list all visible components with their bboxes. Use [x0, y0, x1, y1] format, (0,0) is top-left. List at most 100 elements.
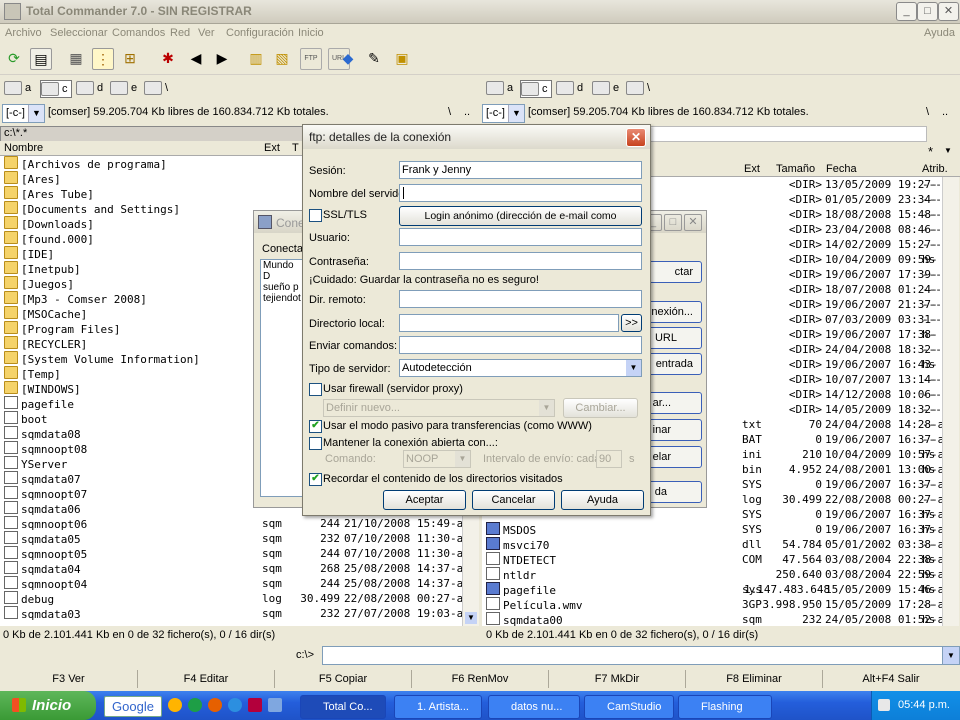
remote-dir-input[interactable]	[399, 290, 642, 308]
password-input[interactable]	[399, 252, 642, 270]
connection-list[interactable]: Mundo D sueño p tejiendot	[260, 259, 304, 497]
left-drive-combo[interactable]: [-c-] ▼	[2, 104, 45, 123]
send-commands-input[interactable]	[399, 336, 642, 354]
tree-view-icon[interactable]: ⊞	[120, 48, 140, 68]
ie-icon[interactable]	[228, 698, 242, 712]
invert-selection-icon[interactable]: ✱	[158, 48, 178, 68]
pack-icon[interactable]: ▥	[246, 48, 266, 68]
menu-archivo[interactable]: Archivo	[5, 27, 42, 39]
file-row[interactable]: ntldr 250.640 03/08/2004 22:59-a hs	[482, 567, 942, 582]
task-datos[interactable]: datos nu...	[488, 695, 580, 719]
file-row[interactable]: sqmdata00 sqm 232 24/05/2008 01:52-a hs	[482, 612, 942, 626]
close-icon[interactable]: ✕	[938, 2, 959, 21]
task-camstudio[interactable]: CamStudio	[584, 695, 674, 719]
file-row[interactable]: NTDETECT COM 47.564 03/08/2004 22:38-a hs	[482, 552, 942, 567]
drive-e-button[interactable]: e	[592, 80, 619, 96]
f5-copy-button[interactable]: F5 Copiar	[275, 670, 412, 688]
network-button[interactable]: \	[144, 80, 168, 96]
cancel-button[interactable]: Cancelar	[472, 490, 555, 510]
right-scrollbar[interactable]	[942, 177, 959, 626]
connection-item[interactable]: tejiendot	[261, 293, 303, 304]
right-up-button[interactable]: ..	[942, 106, 948, 118]
user-input[interactable]	[399, 228, 642, 246]
scroll-down-icon[interactable]: ▼	[465, 612, 477, 624]
file-row[interactable]: MSDOS SYS 0 19/06/2007 16:37-a hs	[482, 522, 942, 537]
menu-ayuda[interactable]: Ayuda	[924, 27, 955, 39]
file-row[interactable]: pagefile sys 1.147.483.648 15/05/2009 15:46…	[482, 582, 942, 597]
ssl-checkbox[interactable]	[309, 209, 322, 222]
back-icon[interactable]: ◀	[186, 48, 206, 68]
col-attr[interactable]: Atrib.	[922, 162, 948, 176]
task-artista[interactable]: 1. Artista...	[394, 695, 482, 719]
close-icon[interactable]: ✕	[626, 128, 646, 147]
menu-comandos[interactable]: Comandos	[112, 27, 165, 39]
copy-names-icon[interactable]: ◆	[338, 48, 358, 68]
drive-a-button[interactable]: a	[4, 80, 31, 96]
menu-inicio[interactable]: Inicio	[298, 27, 324, 39]
start-button[interactable]: Inicio	[0, 691, 96, 720]
drive-c-button[interactable]: c	[520, 80, 552, 98]
connection-item[interactable]: Mundo D	[261, 260, 303, 282]
drive-d-button[interactable]: d	[76, 80, 103, 96]
minimize-icon[interactable]: _	[896, 2, 917, 21]
file-row[interactable]: sqmnoopt04 sqm 244 25/08/2008 14:37-ah-	[0, 576, 462, 591]
accept-button[interactable]: Aceptar	[383, 490, 466, 510]
full-view-icon[interactable]: ⋮	[92, 48, 114, 70]
help-button[interactable]: Ayuda	[561, 490, 644, 510]
file-row[interactable]: sqmdata03 sqm 232 27/07/2008 19:03-ah-	[0, 606, 462, 621]
drive-a-button[interactable]: a	[486, 80, 513, 96]
view-icon[interactable]: ▤	[30, 48, 52, 70]
file-row[interactable]: sqmnoopt05 sqm 244 07/10/2008 11:30-ah-	[0, 546, 462, 561]
show-desktop-icon[interactable]	[268, 698, 282, 712]
col-ext[interactable]: Ext	[744, 162, 760, 176]
forward-icon[interactable]: ▶	[212, 48, 232, 68]
ftp-icon[interactable]: FTP	[300, 48, 322, 70]
col-date[interactable]: Fecha	[826, 162, 857, 176]
tray-network-icon[interactable]	[878, 699, 890, 711]
drive-e-button[interactable]: e	[110, 80, 137, 96]
f8-delete-button[interactable]: F8 Eliminar	[686, 670, 823, 688]
connection-item[interactable]: sueño p	[261, 282, 303, 293]
server-input[interactable]	[399, 184, 642, 202]
anonymous-login-button[interactable]: Login anónimo (dirección de e-mail como …	[399, 206, 642, 241]
task-flashing[interactable]: Flashing	[678, 695, 772, 719]
network-button[interactable]: \	[626, 80, 650, 96]
chevron-down-icon[interactable]: ▼	[944, 146, 952, 155]
firefox-icon[interactable]	[208, 698, 222, 712]
right-root-button[interactable]: \	[926, 106, 929, 118]
left-up-button[interactable]: ..	[464, 106, 470, 118]
chrome-icon[interactable]	[188, 698, 202, 712]
right-drive-combo[interactable]: [-c-] ▼	[482, 104, 525, 123]
compare-icon[interactable]: ▣	[392, 48, 412, 68]
f4-edit-button[interactable]: F4 Editar	[138, 670, 275, 688]
menu-ver[interactable]: Ver	[198, 27, 215, 39]
local-dir-input[interactable]	[399, 314, 619, 332]
menu-configuracion[interactable]: Configuración	[226, 27, 294, 39]
quicklaunch-icon[interactable]	[168, 698, 182, 712]
media-icon[interactable]	[248, 698, 262, 712]
remember-dirs-checkbox[interactable]: ✔	[309, 473, 322, 486]
task-total-commander[interactable]: Total Co...	[300, 695, 386, 719]
col-name[interactable]: Nombre	[4, 141, 43, 155]
file-row[interactable]: sqmdata05 sqm 232 07/10/2008 11:30-ah-	[0, 531, 462, 546]
file-row[interactable]: debug log 30.499 22/08/2008 00:27-a--	[0, 591, 462, 606]
drive-d-button[interactable]: d	[556, 80, 583, 96]
maximize-icon[interactable]: □	[917, 2, 938, 21]
unpack-icon[interactable]: ▧	[272, 48, 292, 68]
clock[interactable]: 05:44 p.m.	[898, 691, 950, 720]
brief-view-icon[interactable]: ▦	[66, 48, 86, 68]
refresh-icon[interactable]: ⟳	[4, 48, 24, 68]
col-size[interactable]: Tamaño	[776, 162, 815, 176]
google-search-box[interactable]: Google	[104, 696, 162, 717]
local-dir-browse-button[interactable]: >>	[621, 314, 642, 332]
f7-mkdir-button[interactable]: F7 MkDir	[549, 670, 686, 688]
close-icon[interactable]: ✕	[684, 214, 702, 231]
drive-c-button[interactable]: c	[40, 80, 72, 98]
edit-icon[interactable]: ✎	[364, 48, 384, 68]
menu-seleccionar[interactable]: Seleccionar	[50, 27, 107, 39]
col-ext[interactable]: Ext	[264, 141, 280, 155]
menu-red[interactable]: Red	[170, 27, 190, 39]
file-row[interactable]: msvci70 dll 54.784 05/01/2002 03:38-a --	[482, 537, 942, 552]
f6-move-button[interactable]: F6 RenMov	[412, 670, 549, 688]
right-star-button[interactable]: *	[928, 144, 933, 159]
